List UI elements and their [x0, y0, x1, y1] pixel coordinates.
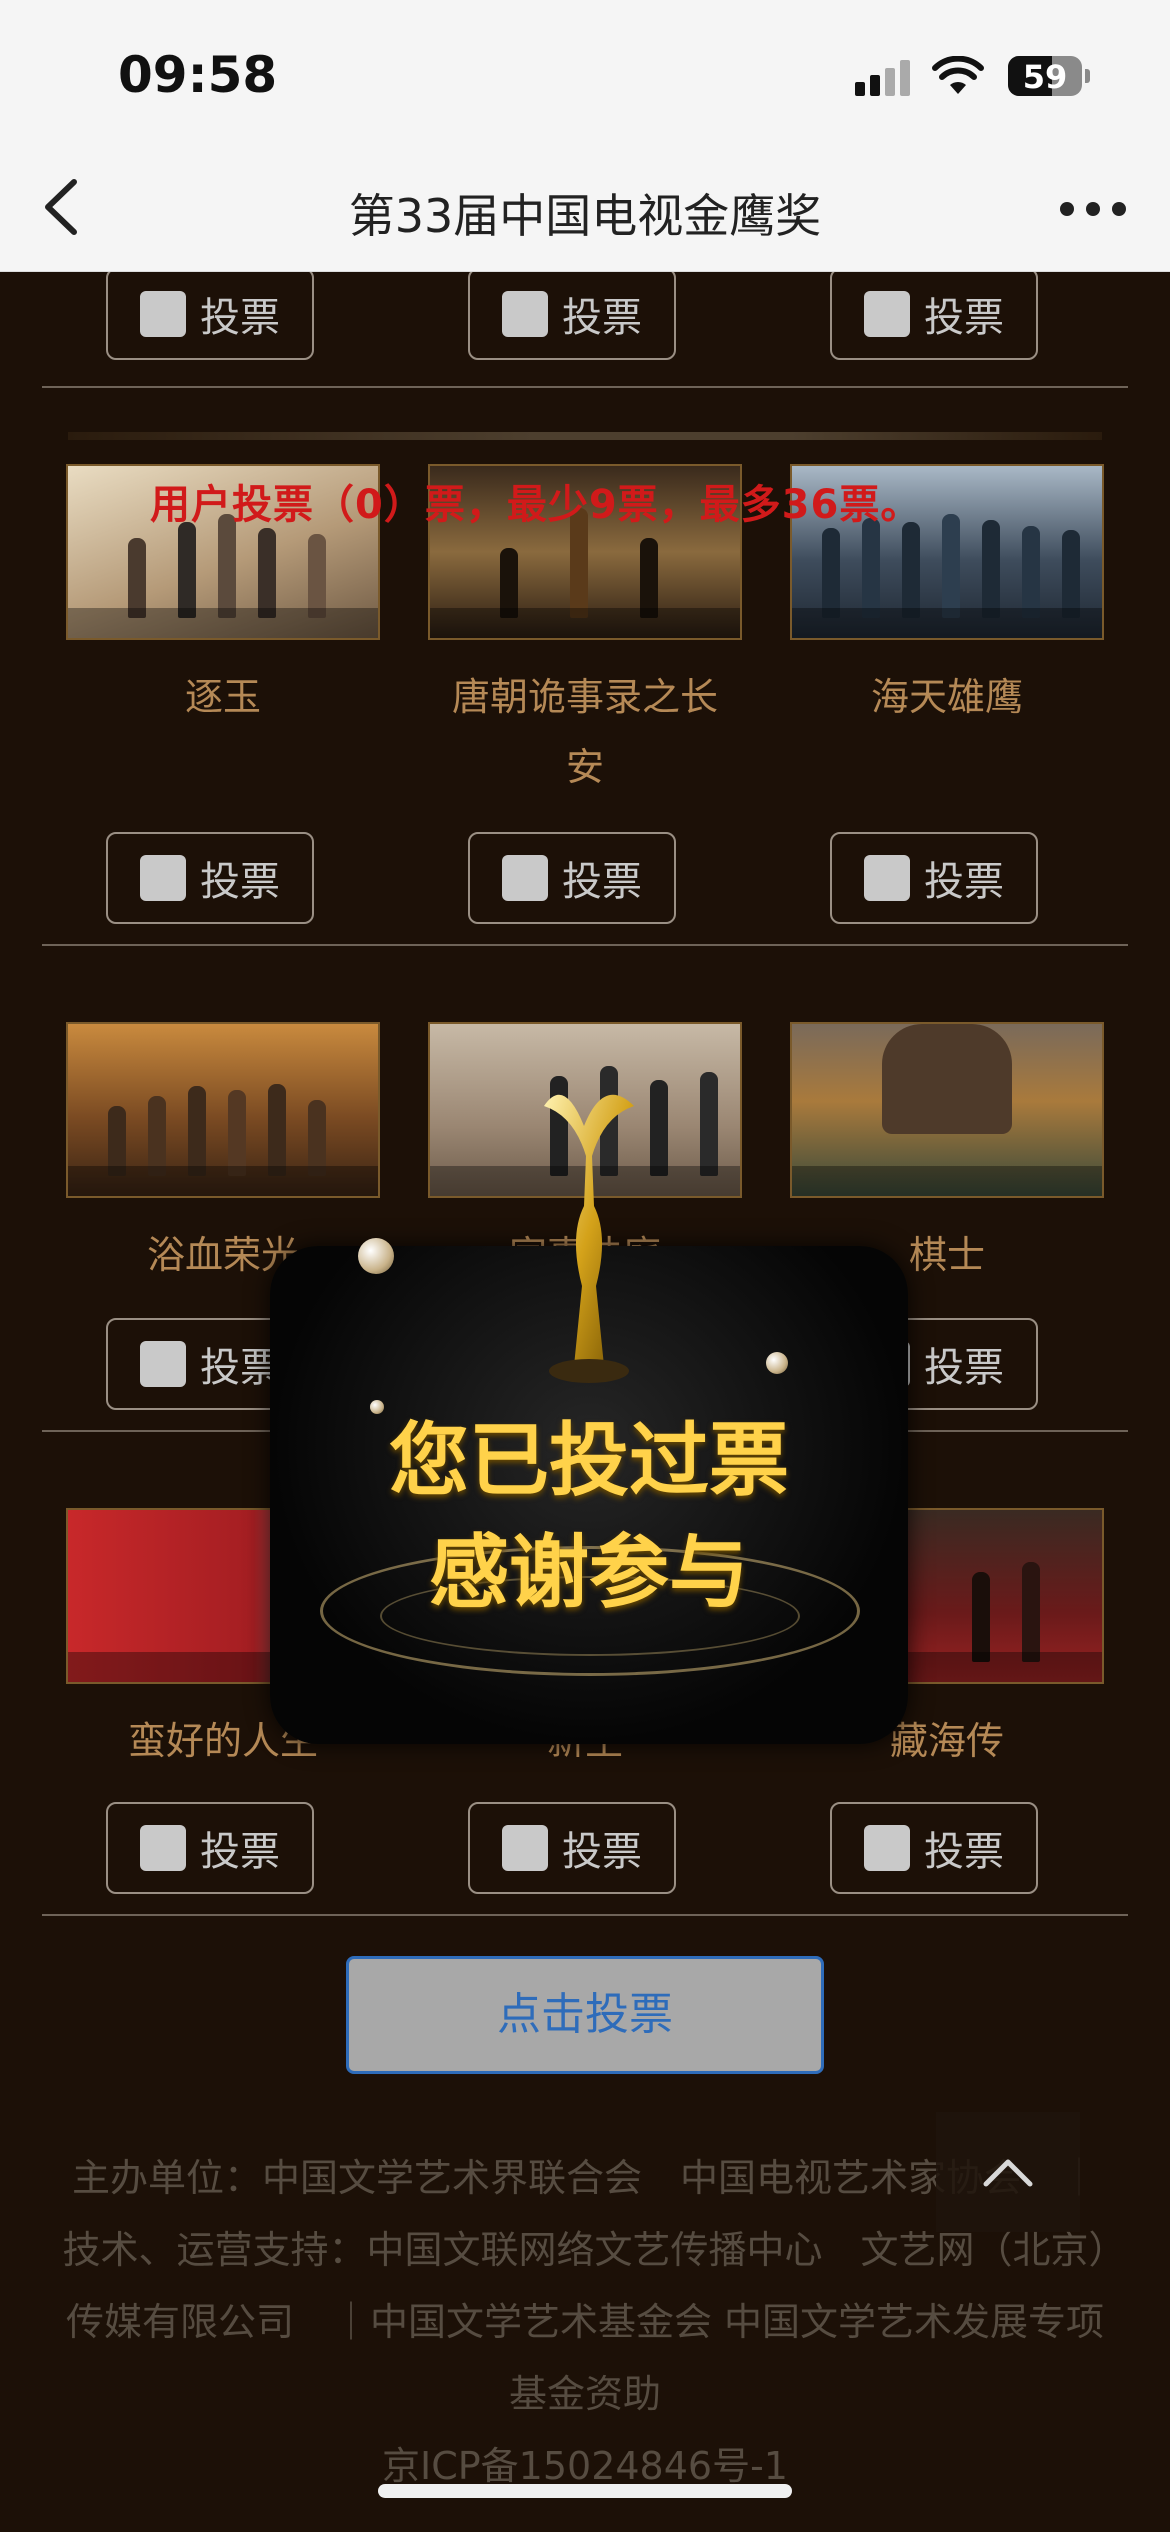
vote-list: 投票 投票 投票 用户投票（0）票，最少9票，最多36票。 逐玉 唐朝诡事录之长…: [0, 272, 1170, 2532]
checkbox[interactable]: [864, 855, 910, 901]
divider: [42, 944, 1128, 946]
chevron-up-icon: [983, 2159, 1033, 2187]
divider: [68, 432, 1102, 440]
checkbox[interactable]: [864, 1825, 910, 1871]
dialog-subtitle: 感谢参与: [429, 1525, 749, 1619]
nominee-name: 唐朝诡事录之长安: [451, 675, 718, 789]
trophy-icon: [544, 1094, 634, 1383]
vote-button[interactable]: 投票: [830, 272, 1038, 360]
divider: [42, 1914, 1128, 1916]
dialog-title: 您已投过票: [389, 1413, 789, 1507]
status-bar: 09:58 59: [0, 0, 1170, 150]
vote-button[interactable]: 投票: [106, 272, 314, 360]
vote-button[interactable]: 投票: [106, 1802, 314, 1894]
nominee-name: 逐玉: [184, 675, 261, 719]
divider: [42, 386, 1128, 388]
voted-dialog[interactable]: 您已投过票 感谢参与: [270, 1094, 908, 1744]
checkbox[interactable]: [502, 855, 548, 901]
vote-button[interactable]: 投票: [468, 832, 676, 924]
checkbox[interactable]: [502, 291, 548, 337]
battery-level: 59: [1022, 58, 1068, 96]
checkbox[interactable]: [140, 1341, 186, 1387]
status-time: 09:58: [118, 46, 278, 104]
submit-vote-button[interactable]: 点击投票: [346, 1956, 824, 2074]
checkbox[interactable]: [864, 291, 910, 337]
poster-image[interactable]: [790, 1022, 1104, 1198]
vote-button[interactable]: 投票: [830, 832, 1038, 924]
vote-button[interactable]: 投票: [468, 1802, 676, 1894]
pin-decoration: [358, 1238, 394, 1274]
checkbox[interactable]: [140, 1825, 186, 1871]
nominee-name: 海天雄鹰: [870, 675, 1023, 719]
wifi-icon: [932, 56, 984, 94]
checkbox[interactable]: [140, 855, 186, 901]
battery-icon: 59: [1008, 56, 1090, 96]
page-title: 第33届中国电视金鹰奖: [348, 189, 822, 243]
vote-button[interactable]: 投票: [106, 832, 314, 924]
more-dots-icon[interactable]: [1060, 202, 1130, 222]
vote-button[interactable]: 投票: [830, 1802, 1038, 1894]
signal-icon: [855, 60, 915, 96]
checkbox[interactable]: [140, 291, 186, 337]
poster-image[interactable]: [66, 1022, 380, 1198]
pin-decoration: [766, 1352, 788, 1374]
home-indicator: [378, 2484, 792, 2498]
checkbox[interactable]: [502, 1825, 548, 1871]
vote-count-notice: 用户投票（0）票，最少9票，最多36票。: [150, 482, 922, 528]
navigation-bar: 第33届中国电视金鹰奖: [0, 150, 1170, 272]
back-to-top-button[interactable]: [936, 2112, 1080, 2232]
vote-button[interactable]: 投票: [468, 272, 676, 360]
